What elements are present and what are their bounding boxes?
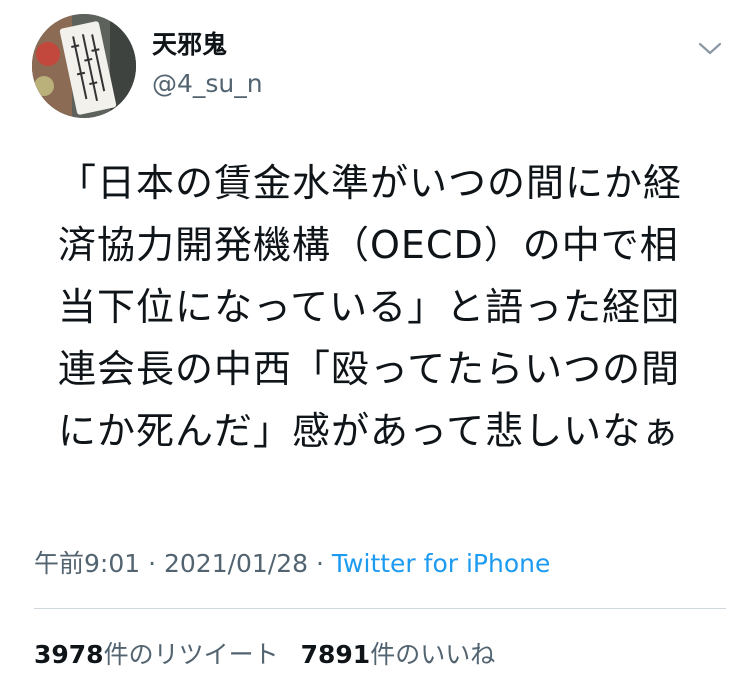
avatar[interactable]: [32, 14, 136, 118]
tweet-text-line: 当下位になっている」と語った経団: [58, 285, 681, 329]
likes-count: 7891: [300, 640, 371, 669]
likes-label: 件のいいね: [370, 640, 496, 669]
tweet-text: 「日本の賃金水準がいつの間にか経 済協力開発機構（OECD）の中で相 当下位にな…: [58, 152, 718, 462]
likes-stat[interactable]: 7891件のいいね: [301, 640, 496, 669]
display-name[interactable]: 天邪鬼: [152, 28, 227, 62]
tweet-stats: 3978件のリツイート 7891件のいいね: [34, 638, 495, 672]
tweet-text-line: 「日本の賃金水準がいつの間にか経: [58, 161, 683, 205]
retweets-count: 3978: [34, 640, 104, 669]
meta-separator: ·: [308, 549, 332, 578]
tweet-source-link[interactable]: Twitter for iPhone: [332, 549, 550, 578]
tweet-meta: 午前9:01 · 2021/01/28 · Twitter for iPhone: [34, 547, 550, 581]
tweet-text-line: 済協力開発機構（OECD）の中で相: [58, 223, 679, 267]
tweet-date[interactable]: 2021/01/28: [164, 549, 308, 578]
tweet-time[interactable]: 午前9:01: [34, 549, 140, 578]
tweet-text-line: にか死んだ」感があって悲しいなぁ: [58, 409, 681, 453]
retweets-label: 件のリツイート: [103, 640, 279, 669]
tweet-text-line: 連会長の中西「殴ってたらいつの間: [58, 347, 681, 391]
meta-separator: ·: [140, 549, 164, 578]
retweets-stat[interactable]: 3978件のリツイート: [34, 640, 279, 669]
chevron-down-icon[interactable]: [694, 36, 726, 60]
user-handle[interactable]: @4_su_n: [152, 68, 263, 100]
avatar-photo: [32, 14, 136, 118]
divider: [34, 608, 726, 609]
